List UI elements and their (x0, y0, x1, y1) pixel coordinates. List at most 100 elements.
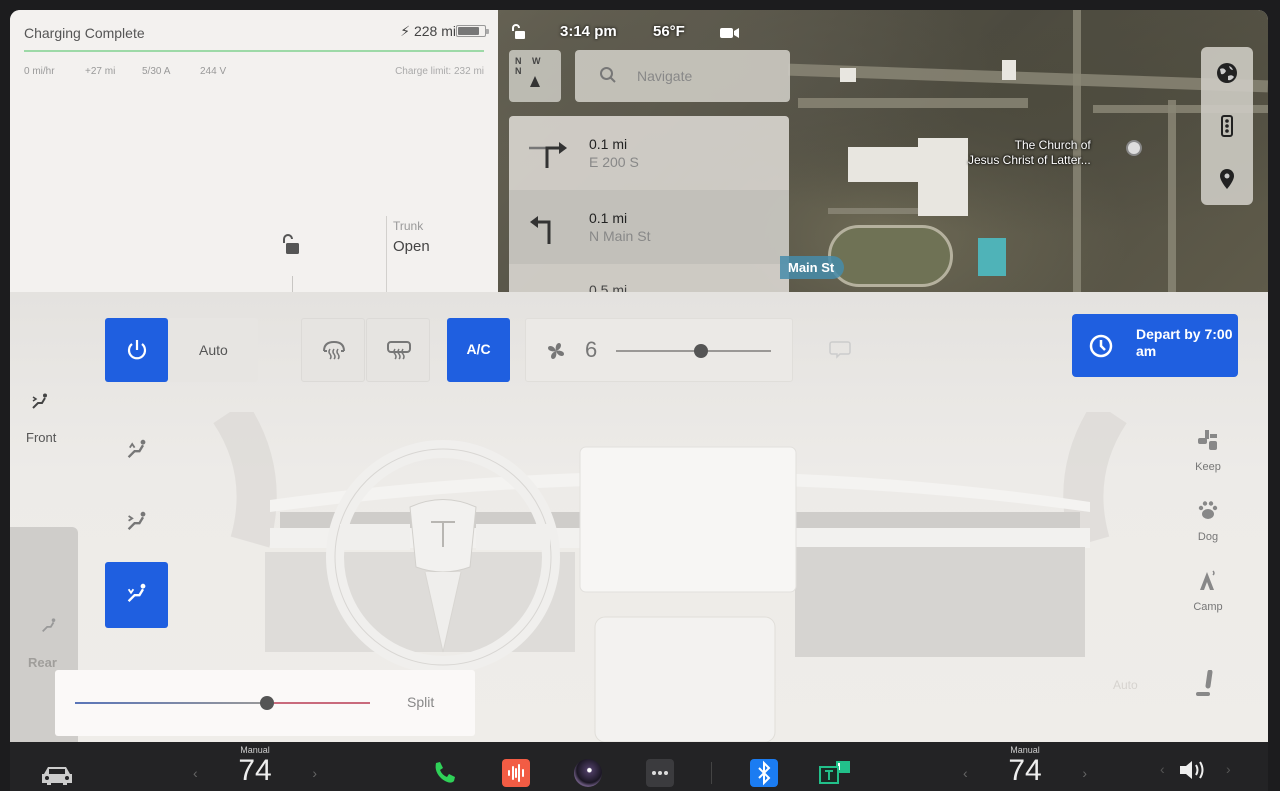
map-road (787, 63, 1268, 93)
camp-label: Camp (1193, 601, 1223, 613)
charging-status-title: Charging Complete (24, 25, 145, 41)
bottom-dock: Manual 74 ‹ › Manual 74 ‹ › ‹ › (10, 742, 1268, 791)
temperature-split-knob[interactable] (259, 696, 274, 710)
driver-temp-value: 74 (238, 754, 272, 787)
next-step-peek: 0.5 mi (589, 282, 628, 292)
airflow-face-button[interactable] (105, 418, 168, 484)
compass-button[interactable]: N W N (509, 50, 561, 102)
recirculate-button[interactable] (828, 340, 852, 365)
driver-temp-down-button[interactable]: ‹ (193, 765, 198, 781)
warm-track (266, 702, 370, 704)
map-building (1002, 60, 1016, 80)
map-building (840, 68, 856, 82)
trunk-label: Trunk (393, 219, 424, 233)
climate-power-button[interactable] (105, 318, 168, 382)
search-placeholder: Navigate (637, 68, 693, 84)
toybox-app-button[interactable] (818, 759, 854, 787)
charge-added: +27 mi (85, 66, 116, 77)
location-pin-icon[interactable] (1215, 167, 1239, 191)
turn-right-icon (529, 138, 569, 173)
phone-icon (435, 762, 455, 783)
compass-letters: N W N (515, 56, 545, 76)
temperature-split-panel: Split (55, 670, 475, 736)
divider (386, 216, 387, 292)
charge-progress-line (24, 50, 484, 52)
bluetooth-app-button[interactable] (750, 759, 778, 787)
range-value: 228 mi (413, 23, 456, 39)
airflow-face-icon (127, 439, 146, 459)
split-button[interactable]: Split (407, 694, 434, 710)
poi-label[interactable]: The Church of Jesus Christ of Latter... (968, 138, 1091, 168)
seat-heater-auto-label: Auto (1113, 678, 1138, 692)
ac-button[interactable]: A/C (447, 318, 510, 382)
paw-icon (1198, 501, 1218, 519)
dog-label: Dog (1197, 531, 1219, 543)
poi-label-line: The Church of (1014, 138, 1091, 152)
passenger-temp-down-button[interactable]: ‹ (963, 765, 968, 781)
more-apps-button[interactable] (646, 759, 674, 787)
speaker-icon[interactable] (1178, 759, 1210, 786)
fan-speed-slider-knob[interactable] (694, 344, 709, 358)
climate-auto-button[interactable]: Auto (168, 318, 258, 382)
camera-app-button[interactable] (574, 759, 602, 787)
map-building (918, 138, 968, 216)
map-track (828, 225, 953, 287)
fan-icon (544, 339, 568, 368)
keep-climate-on-button[interactable]: Keep (1180, 428, 1236, 473)
map-road (1168, 100, 1176, 292)
heading-arrow-icon (530, 76, 540, 87)
airflow-feet-button[interactable] (105, 562, 168, 628)
rear-label: Rear (28, 655, 57, 670)
direction-step[interactable]: 0.1 mi E 200 S (509, 116, 789, 190)
direction-step[interactable]: 0.1 mi N Main St (509, 190, 789, 264)
front-defrost-button[interactable] (301, 318, 365, 382)
current-street-badge: Main St (780, 256, 845, 279)
volume-down-button[interactable]: ‹ (1160, 761, 1165, 777)
camp-mode-button[interactable]: Camp (1180, 568, 1236, 613)
driver-temp-up-button[interactable]: › (312, 765, 317, 781)
car-icon[interactable] (40, 764, 74, 791)
poi-label-line: Jesus Christ of Latter... (968, 153, 1091, 167)
poi-pin-icon[interactable] (1126, 140, 1142, 156)
navigate-search[interactable]: Navigate (575, 50, 790, 102)
globe-icon[interactable] (1215, 61, 1239, 85)
dog-mode-button[interactable]: Dog (1180, 498, 1236, 543)
tesla-screen: Charging Complete ⚡︎ 228 mi 0 mi/hr +27 … (10, 10, 1268, 791)
rear-defrost-button[interactable] (366, 318, 430, 382)
traffic-light-icon[interactable] (1215, 114, 1239, 138)
scheduled-departure-button[interactable]: Depart by 7:00 am (1072, 314, 1238, 377)
volume-up-button[interactable]: › (1226, 761, 1231, 777)
passenger-temp-value: 74 (1008, 754, 1042, 787)
door-unlock-icon[interactable] (280, 234, 302, 261)
outside-temperature: 56°F (653, 23, 685, 40)
trunk-open-button[interactable]: Open (393, 238, 430, 255)
battery-tip (486, 29, 489, 34)
phone-app-button[interactable] (430, 759, 458, 787)
battery-fill (458, 27, 479, 35)
front-zone-toggle[interactable]: Front (10, 388, 78, 448)
charge-voltage: 244 V (200, 66, 227, 77)
search-icon (599, 66, 617, 89)
charging-card: Charging Complete ⚡︎ 228 mi 0 mi/hr +27 … (10, 10, 498, 294)
map-tools-panel (1201, 47, 1253, 205)
passenger-temp-up-button[interactable]: › (1082, 765, 1087, 781)
range-readout: ⚡︎ 228 mi (400, 23, 456, 40)
turn-by-turn-list[interactable]: 0.1 mi E 200 S 0.1 mi N Main St 0.5 mi (509, 116, 789, 292)
turn-left-icon (529, 212, 559, 249)
climate-panel: Auto A/C 6 Depart by 7:00 am Front Rear … (10, 292, 1268, 742)
temperature-split-slider[interactable] (75, 702, 370, 704)
clock-icon (1089, 334, 1113, 358)
seat-heater-button[interactable] (1195, 669, 1217, 703)
step-distance: 0.1 mi (589, 136, 628, 152)
rear-defrost-icon (386, 339, 412, 366)
airflow-middle-button[interactable] (105, 490, 168, 556)
recirculate-icon (829, 341, 851, 359)
fan-speed-control: 6 (525, 318, 793, 382)
dashcam-icon[interactable] (720, 26, 740, 44)
navigation-map[interactable]: 3:14 pm 56°F N W N Navigate 0.1 mi E 200… (498, 10, 1268, 292)
tent-icon (1200, 570, 1215, 590)
music-app-button[interactable] (502, 759, 530, 787)
car-unlocked-icon[interactable] (510, 23, 528, 46)
depart-label: Depart by 7:00 am (1136, 326, 1233, 359)
map-road (798, 98, 1028, 108)
